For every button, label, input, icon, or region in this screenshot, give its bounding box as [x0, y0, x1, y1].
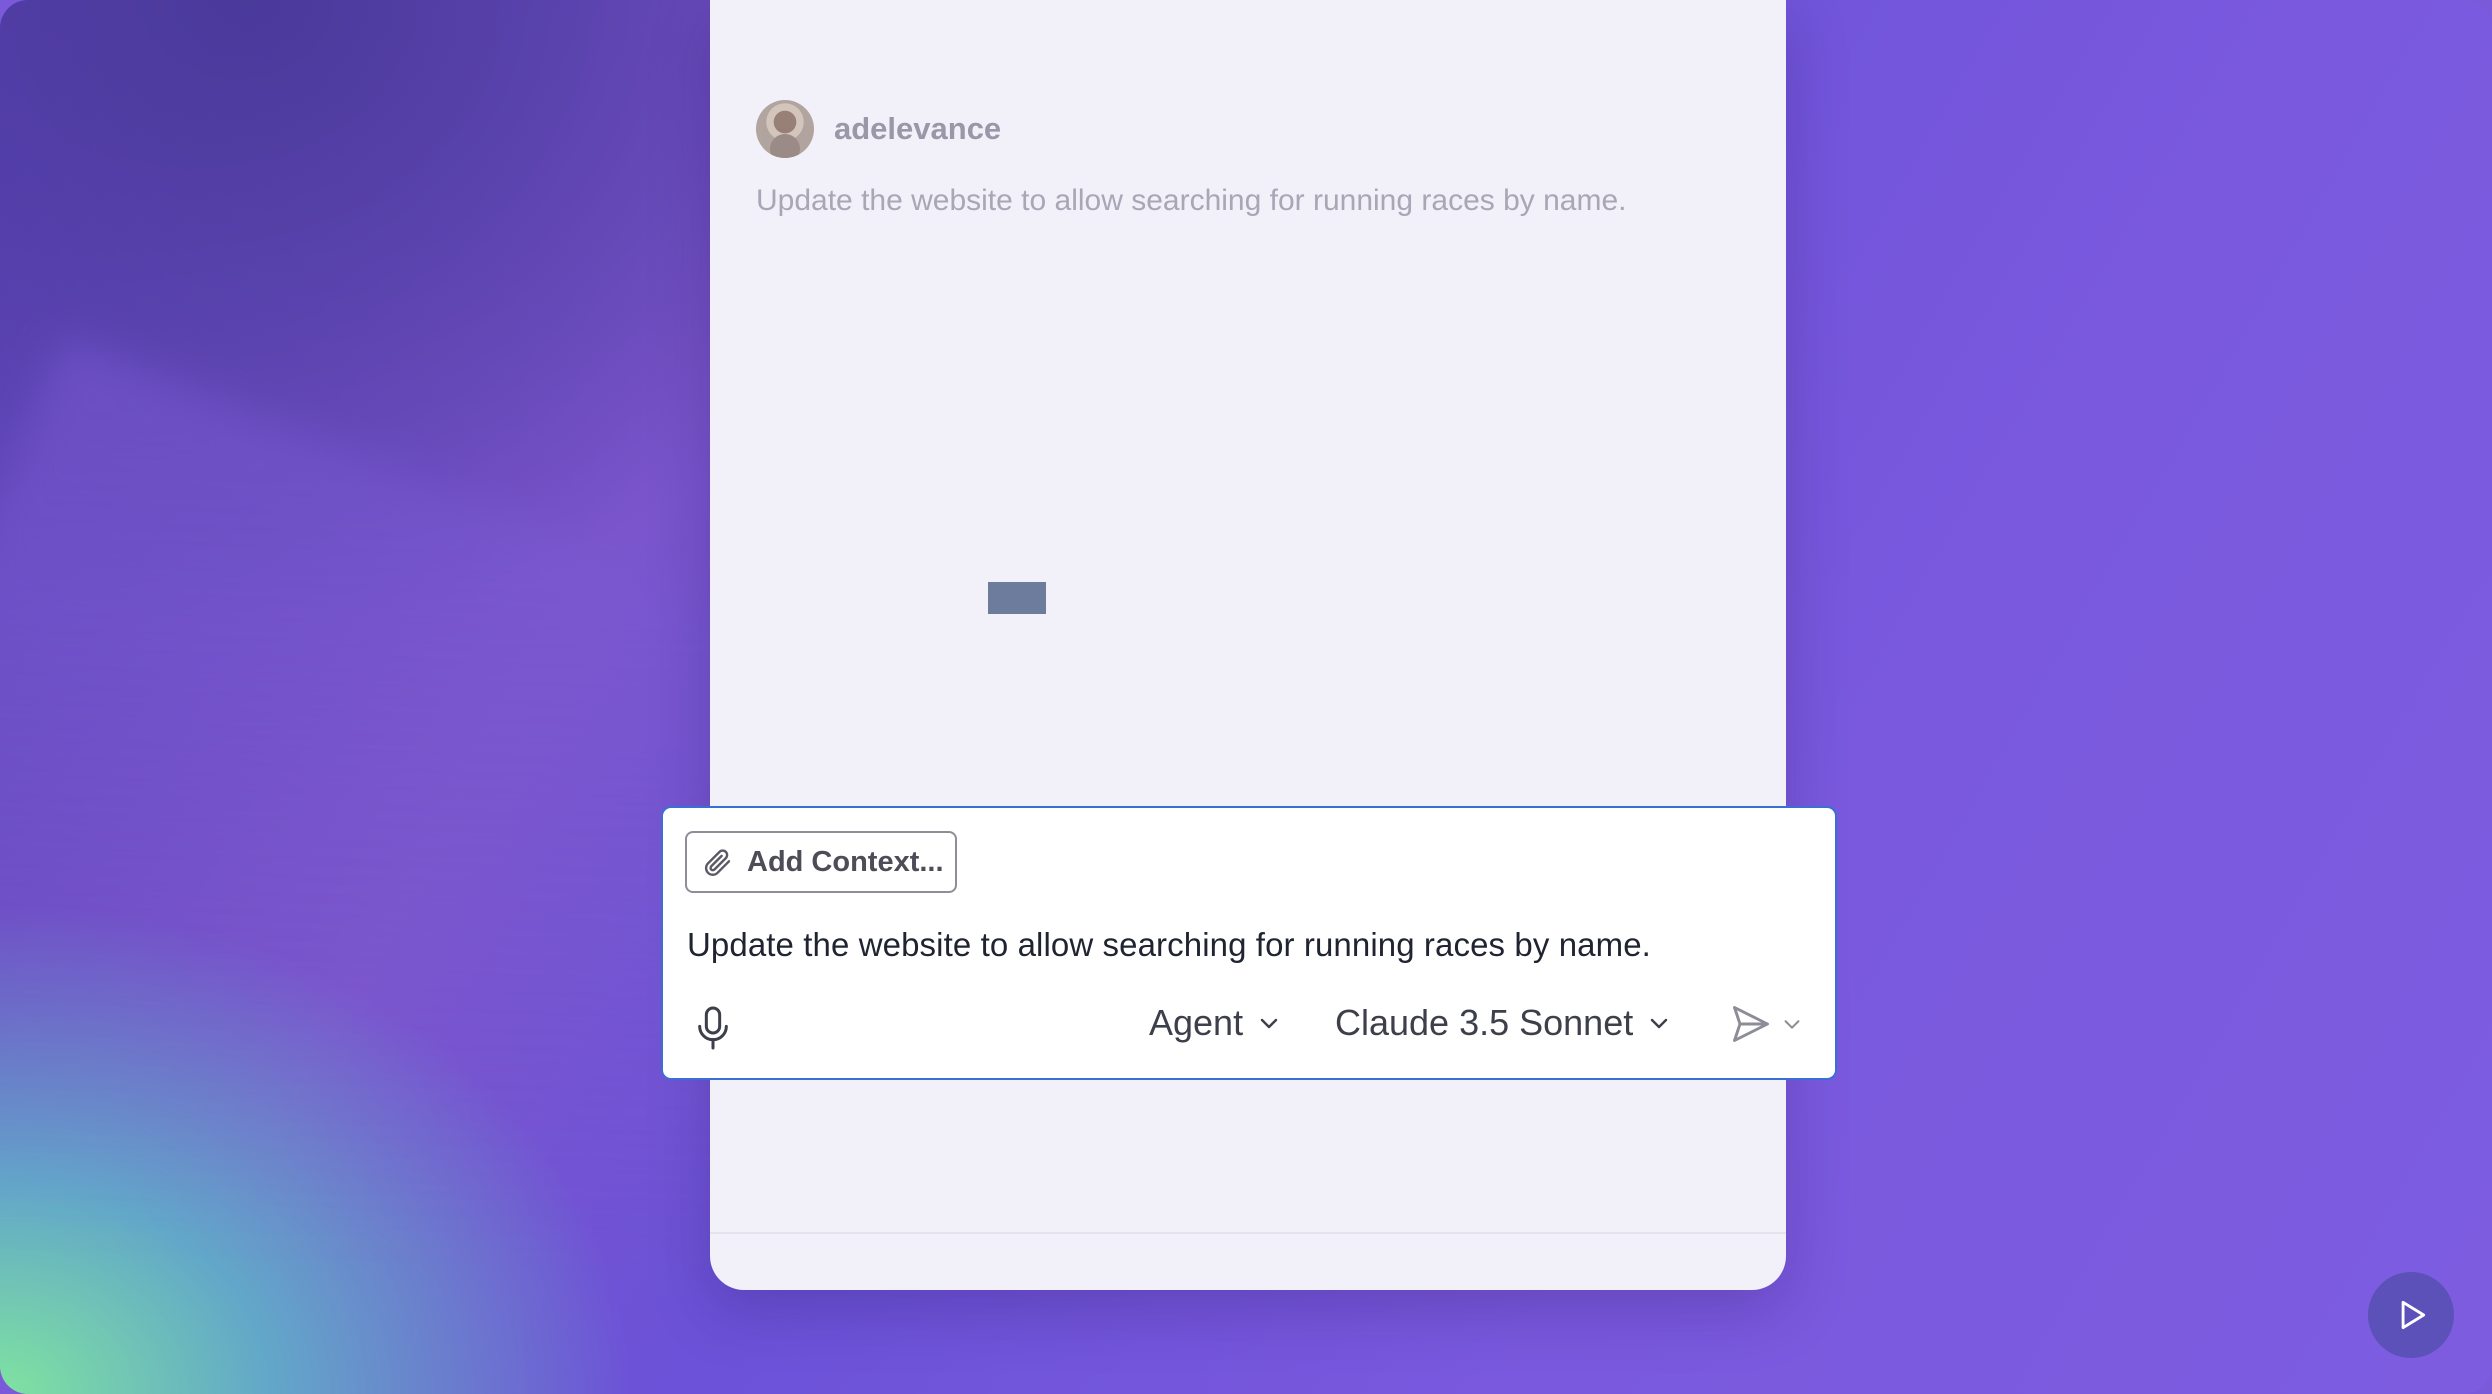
send-icon — [1733, 1006, 1769, 1042]
chat-composer[interactable]: Add Context... Update the website to all… — [661, 806, 1837, 1080]
mode-label: Agent — [1149, 1002, 1244, 1043]
username: adelevance — [834, 111, 1002, 146]
model-label: Claude 3.5 Sonnet — [1335, 1002, 1634, 1043]
add-context-label: Add Context... — [747, 845, 944, 878]
model-dropdown[interactable]: Claude 3.5 Sonnet — [1335, 1002, 1671, 1044]
paperclip-icon — [701, 846, 733, 878]
message-header: adelevance — [756, 100, 1001, 158]
chevron-down-icon[interactable] — [1781, 1013, 1803, 1035]
mode-dropdown[interactable]: Agent — [1149, 1002, 1281, 1044]
divider — [710, 1232, 1786, 1234]
user-message: Update the website to allow searching fo… — [756, 184, 1627, 217]
chevron-down-icon — [1260, 1018, 1278, 1029]
mouse-cursor-placeholder — [988, 582, 1046, 614]
play-icon — [2401, 1300, 2426, 1330]
microphone-icon[interactable] — [693, 1004, 733, 1052]
prompt-input[interactable]: Update the website to allow searching fo… — [687, 926, 1651, 964]
send-button[interactable] — [1729, 1002, 1803, 1046]
chevron-down-icon — [1651, 1018, 1668, 1029]
add-context-button[interactable]: Add Context... — [685, 831, 957, 893]
avatar — [756, 100, 814, 158]
play-button[interactable] — [2368, 1272, 2454, 1358]
chat-panel: adelevance Update the website to allow s… — [710, 0, 1786, 1290]
